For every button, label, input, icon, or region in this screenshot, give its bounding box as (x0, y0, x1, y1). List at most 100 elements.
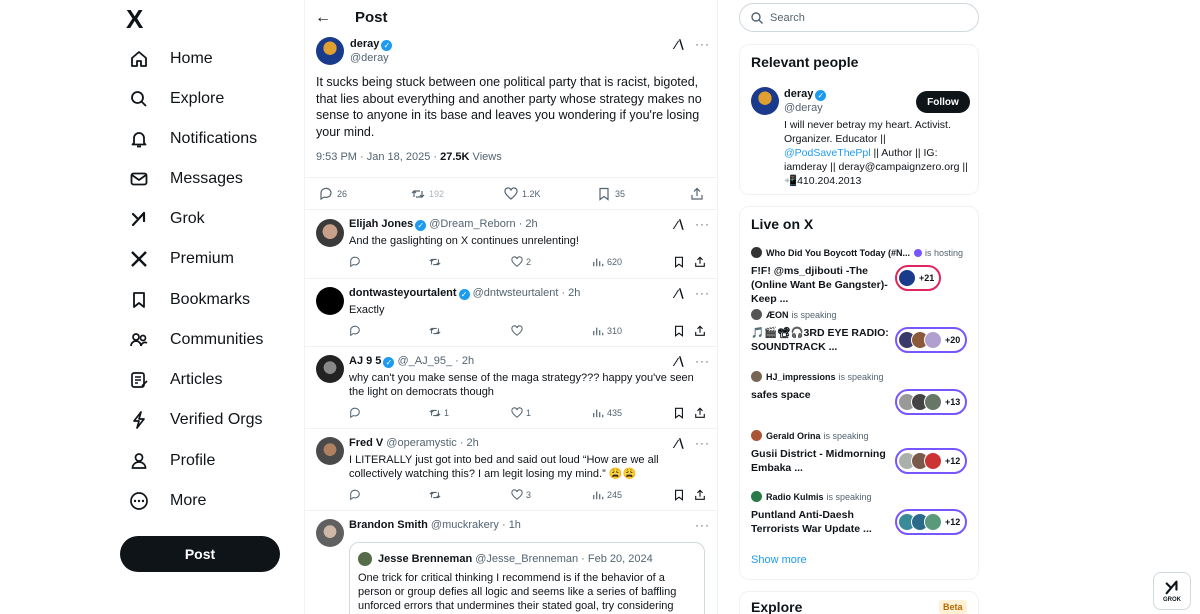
nav-item-notifications[interactable]: Notifications (118, 121, 298, 157)
grok-icon[interactable]: ∕∖ (675, 38, 685, 52)
live-space-item[interactable]: Radio Kulmis is speaking Puntland Anti-Da… (751, 491, 976, 543)
bookmark-button[interactable] (673, 407, 688, 419)
reply-button[interactable] (349, 256, 364, 268)
repost-button[interactable]: 1 (429, 407, 449, 419)
post-button[interactable]: Post (120, 536, 280, 572)
reply-author-handle[interactable]: @operamystic · 2h (386, 437, 478, 449)
bio-link[interactable]: @PodSaveThePpl (784, 147, 871, 159)
post-timestamp[interactable]: 9:53 PM · Jan 18, 2025 · (316, 151, 440, 163)
bookmark-button[interactable]: 35 (597, 187, 625, 201)
reply-author-handle[interactable]: @Dream_Reborn · 2h (429, 218, 537, 230)
bookmark-button[interactable] (673, 256, 688, 268)
avatar[interactable] (316, 355, 344, 383)
like-button[interactable]: 2 (511, 256, 531, 268)
nav-item-grok[interactable]: Grok (118, 201, 298, 237)
avatar[interactable] (316, 519, 344, 547)
repost-button[interactable] (429, 256, 444, 268)
reply-author-name[interactable]: AJ 9 5 (349, 355, 381, 367)
reply-author-name[interactable]: Fred V (349, 437, 383, 449)
more-options-icon[interactable]: ··· (695, 436, 710, 450)
share-button[interactable] (694, 325, 709, 337)
reply-item[interactable]: Fred V @operamystic · 2h ∕∖ ··· I LITERA… (305, 429, 717, 511)
back-arrow-icon[interactable]: ← (315, 9, 331, 27)
verified-badge-icon: ✓ (815, 90, 827, 101)
search-input[interactable]: Search (739, 3, 979, 32)
reply-button[interactable] (349, 325, 364, 337)
reply-button[interactable] (349, 489, 364, 501)
reply-author-handle[interactable]: @muckrakery · 1h (431, 519, 521, 531)
nav-item-home[interactable]: Home (118, 41, 298, 77)
like-button[interactable]: 3 (511, 489, 531, 501)
share-button[interactable] (694, 256, 709, 268)
views-button[interactable]: 245 (592, 489, 622, 501)
post-author[interactable]: deray ✓ (350, 38, 393, 51)
reply-item[interactable]: dontwasteyourtalent ✓ @dntwsteurtalent · … (305, 279, 717, 347)
post-author-handle[interactable]: @deray (350, 52, 389, 64)
grok-icon[interactable]: ∕∖ (675, 218, 685, 232)
avatar[interactable] (751, 87, 779, 115)
views-button[interactable]: 620 (592, 256, 622, 268)
reply-author-name[interactable]: Elijah Jones (349, 218, 413, 230)
more-options-icon[interactable]: ··· (695, 354, 710, 368)
like-button[interactable]: 1 (511, 407, 531, 419)
more-options-icon[interactable]: ··· (695, 217, 710, 231)
avatar[interactable] (316, 287, 344, 315)
post-author-name[interactable]: deray (350, 38, 379, 50)
show-more-link[interactable]: Show more (751, 554, 807, 566)
reply-button[interactable]: 26 (319, 187, 347, 201)
reply-author-name[interactable]: dontwasteyourtalent (349, 287, 457, 299)
relevant-person-name[interactable]: deray (784, 88, 813, 100)
avatar[interactable] (316, 37, 344, 65)
relevant-handle[interactable]: @deray (784, 102, 823, 114)
share-button[interactable] (690, 187, 708, 201)
nav-item-profile[interactable]: Profile (118, 443, 298, 479)
nav-item-messages[interactable]: Messages (118, 161, 298, 197)
reply-author-handle[interactable]: @dntwsteurtalent · 2h (473, 287, 581, 299)
more-options-icon[interactable]: ··· (695, 518, 710, 532)
avatar[interactable] (316, 219, 344, 247)
bookmark-button[interactable] (673, 325, 688, 337)
right-sidebar: Search Relevant people deray ✓ @deray Fol… (738, 0, 982, 614)
live-space-item[interactable]: Who Did You Boycott Today (#N... is hosti… (751, 247, 976, 305)
live-title: Live on X (751, 216, 814, 232)
nav-item-bookmarks[interactable]: Bookmarks (118, 282, 298, 318)
reply-item[interactable]: Brandon Smith @muckrakery · 1h ··· Jesse… (305, 511, 717, 614)
follow-button[interactable]: Follow (916, 91, 970, 113)
nav-item-verified-orgs[interactable]: Verified Orgs (118, 402, 298, 438)
repost-button[interactable] (429, 325, 444, 337)
nav-item-premium[interactable]: Premium (118, 241, 298, 277)
reply-button[interactable] (349, 407, 364, 419)
grok-icon[interactable]: ∕∖ (675, 287, 685, 301)
grok-icon[interactable]: ∕∖ (675, 355, 685, 369)
more-options-icon[interactable]: ··· (695, 286, 710, 300)
nav-item-more[interactable]: More (118, 483, 298, 519)
views-button[interactable]: 310 (592, 325, 622, 337)
nav-item-communities[interactable]: Communities (118, 322, 298, 358)
relevant-name[interactable]: deray ✓ (784, 88, 827, 101)
live-space-item[interactable]: ÆON is speaking 🎵🎬📽🎧3RD EYE RADIO: SOUNDT… (751, 309, 976, 361)
views-button[interactable]: 435 (592, 407, 622, 419)
bookmark-button[interactable] (673, 489, 688, 501)
share-button[interactable] (694, 489, 709, 501)
live-space-item[interactable]: Gerald Orina is speaking Gusii District -… (751, 430, 976, 482)
quoted-post[interactable]: Jesse Brenneman @Jesse_Brenneman · Feb 2… (349, 542, 705, 614)
live-space-item[interactable]: HJ_impressions is speaking safes space +1… (751, 371, 976, 423)
share-button[interactable] (694, 407, 709, 419)
like-button[interactable] (511, 325, 526, 337)
avatar[interactable] (316, 437, 344, 465)
repost-button[interactable]: 192 (411, 187, 444, 201)
like-count: 3 (526, 490, 532, 500)
repost-button[interactable] (429, 489, 444, 501)
x-logo-icon[interactable]: X (126, 6, 152, 32)
nav-item-explore[interactable]: Explore (118, 81, 298, 117)
like-button[interactable]: 1.2K (504, 187, 541, 201)
reply-item[interactable]: Elijah Jones ✓ @Dream_Reborn · 2h ∕∖ ··· … (305, 210, 717, 279)
nav-item-articles[interactable]: Articles (118, 362, 298, 398)
grok-floating-button[interactable]: GROK (1153, 572, 1191, 610)
reply-author-name[interactable]: Brandon Smith (349, 519, 428, 531)
more-options-icon[interactable]: ··· (695, 37, 710, 51)
grok-icon[interactable]: ∕∖ (675, 437, 685, 451)
speaker-avatars: +12 (895, 448, 968, 474)
reply-author-handle[interactable]: @_AJ_95_ · 2h (397, 355, 474, 367)
reply-item[interactable]: AJ 9 5 ✓ @_AJ_95_ · 2h ∕∖ ··· why can't y… (305, 347, 717, 429)
